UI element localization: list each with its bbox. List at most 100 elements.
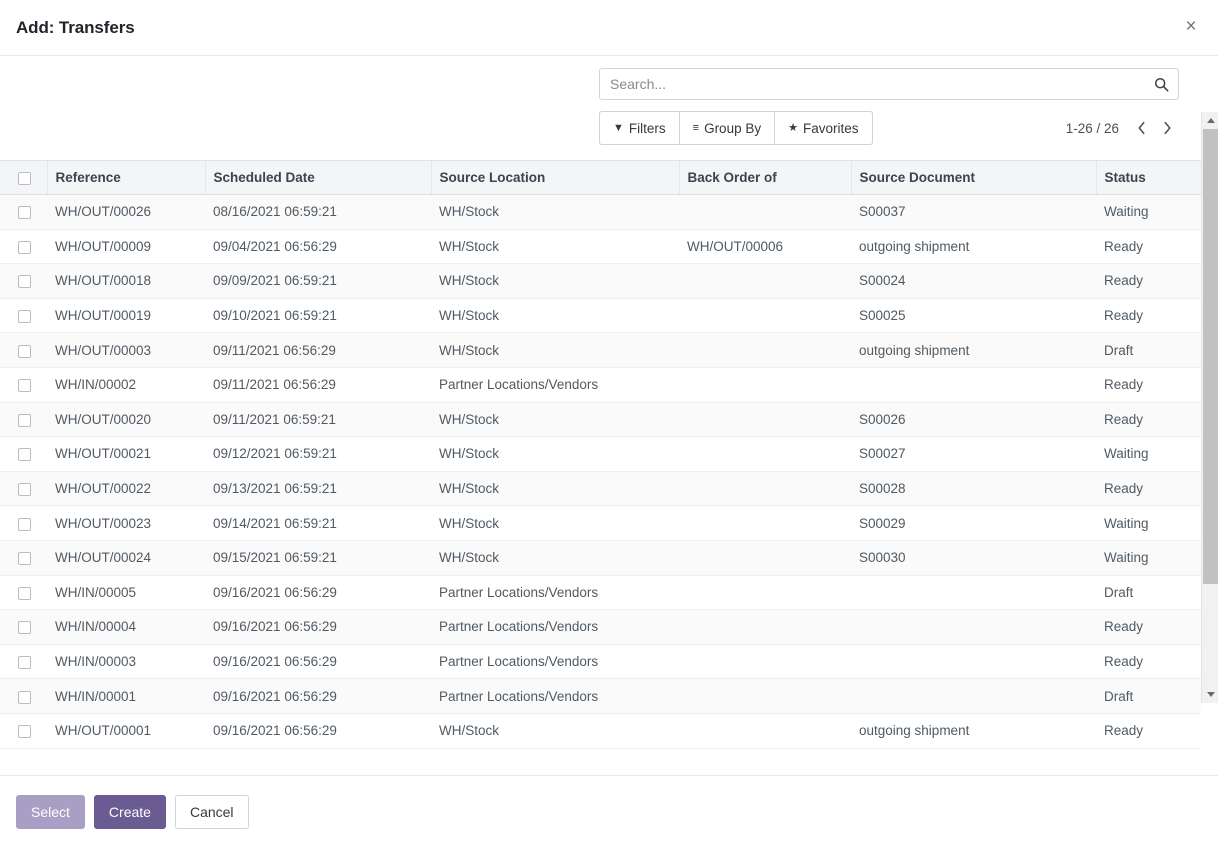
create-button[interactable]: Create xyxy=(94,795,166,829)
cell-back-order-of xyxy=(679,679,851,714)
cell-source-location: WH/Stock xyxy=(431,195,679,230)
cell-back-order-of xyxy=(679,298,851,333)
next-page-icon[interactable] xyxy=(1155,115,1179,141)
row-checkbox[interactable] xyxy=(18,691,31,704)
cell-back-order-of xyxy=(679,713,851,748)
row-select-cell xyxy=(0,229,47,264)
cell-reference: WH/IN/00003 xyxy=(47,644,205,679)
cell-status: Ready xyxy=(1096,471,1201,506)
row-select-cell xyxy=(0,713,47,748)
cell-back-order-of xyxy=(679,333,851,368)
row-checkbox[interactable] xyxy=(18,725,31,738)
table-row[interactable]: WH/OUT/0000309/11/2021 06:56:29WH/Stocko… xyxy=(0,333,1201,368)
row-checkbox[interactable] xyxy=(18,518,31,531)
cell-source-location: WH/Stock xyxy=(431,540,679,575)
search-input[interactable] xyxy=(610,76,1152,92)
column-header-source-document[interactable]: Source Document xyxy=(851,161,1096,195)
row-checkbox[interactable] xyxy=(18,310,31,323)
cell-reference: WH/OUT/00018 xyxy=(47,264,205,299)
cell-status: Ready xyxy=(1096,367,1201,402)
cell-scheduled-date: 09/11/2021 06:59:21 xyxy=(205,402,431,437)
table-row[interactable]: WH/IN/0000509/16/2021 06:56:29Partner Lo… xyxy=(0,575,1201,610)
transfers-table: Reference Scheduled Date Source Location… xyxy=(0,160,1201,749)
dialog-footer: Select Create Cancel xyxy=(0,775,1218,847)
cell-back-order-of xyxy=(679,367,851,402)
cell-status: Draft xyxy=(1096,575,1201,610)
table-row[interactable]: WH/OUT/0002309/14/2021 06:59:21WH/StockS… xyxy=(0,506,1201,541)
cell-scheduled-date: 09/09/2021 06:59:21 xyxy=(205,264,431,299)
cell-source-document xyxy=(851,679,1096,714)
cell-back-order-of xyxy=(679,402,851,437)
row-checkbox[interactable] xyxy=(18,587,31,600)
table-row[interactable]: WH/OUT/0002009/11/2021 06:59:21WH/StockS… xyxy=(0,402,1201,437)
cell-back-order-of: WH/OUT/00006 xyxy=(679,229,851,264)
table-row[interactable]: WH/OUT/0001809/09/2021 06:59:21WH/StockS… xyxy=(0,264,1201,299)
cell-scheduled-date: 09/14/2021 06:59:21 xyxy=(205,506,431,541)
transfers-table-container: Reference Scheduled Date Source Location… xyxy=(0,160,1201,775)
table-row[interactable]: WH/OUT/0000909/04/2021 06:56:29WH/StockW… xyxy=(0,229,1201,264)
column-header-back-order-of[interactable]: Back Order of xyxy=(679,161,851,195)
scrollbar-thumb[interactable] xyxy=(1203,129,1218,584)
cell-status: Ready xyxy=(1096,264,1201,299)
previous-page-icon[interactable] xyxy=(1129,115,1153,141)
cell-reference: WH/OUT/00009 xyxy=(47,229,205,264)
row-checkbox[interactable] xyxy=(18,345,31,358)
body-inner: ▼ Filters ≡ Group By ★ Favorites xyxy=(0,56,1201,775)
cell-status: Ready xyxy=(1096,229,1201,264)
table-header-row: Reference Scheduled Date Source Location… xyxy=(0,161,1201,195)
cell-reference: WH/IN/00005 xyxy=(47,575,205,610)
cell-reference: WH/IN/00002 xyxy=(47,367,205,402)
cell-source-location: Partner Locations/Vendors xyxy=(431,644,679,679)
search-bar[interactable] xyxy=(599,68,1179,100)
table-row[interactable]: WH/OUT/0000109/16/2021 06:56:29WH/Stocko… xyxy=(0,713,1201,748)
scroll-up-icon[interactable] xyxy=(1202,112,1218,129)
table-row[interactable]: WH/IN/0000409/16/2021 06:56:29Partner Lo… xyxy=(0,610,1201,645)
row-checkbox[interactable] xyxy=(18,656,31,669)
cell-source-document: S00026 xyxy=(851,402,1096,437)
table-row[interactable]: WH/OUT/0002409/15/2021 06:59:21WH/StockS… xyxy=(0,540,1201,575)
column-header-scheduled-date[interactable]: Scheduled Date xyxy=(205,161,431,195)
cell-source-document: S00029 xyxy=(851,506,1096,541)
table-row[interactable]: WH/IN/0000109/16/2021 06:56:29Partner Lo… xyxy=(0,679,1201,714)
cell-source-location: Partner Locations/Vendors xyxy=(431,575,679,610)
select-all-checkbox[interactable] xyxy=(18,172,31,185)
add-transfers-dialog: Add: Transfers × xyxy=(0,0,1218,847)
column-header-reference[interactable]: Reference xyxy=(47,161,205,195)
cell-reference: WH/OUT/00021 xyxy=(47,437,205,472)
row-checkbox[interactable] xyxy=(18,206,31,219)
cell-source-document xyxy=(851,575,1096,610)
table-row[interactable]: WH/OUT/0001909/10/2021 06:59:21WH/StockS… xyxy=(0,298,1201,333)
cell-back-order-of xyxy=(679,644,851,679)
cell-source-document: S00037 xyxy=(851,195,1096,230)
cancel-button[interactable]: Cancel xyxy=(175,795,249,829)
row-select-cell xyxy=(0,575,47,610)
row-checkbox[interactable] xyxy=(18,552,31,565)
cell-source-document xyxy=(851,367,1096,402)
search-icon[interactable] xyxy=(1152,75,1170,93)
row-checkbox[interactable] xyxy=(18,241,31,254)
row-checkbox[interactable] xyxy=(18,379,31,392)
row-checkbox[interactable] xyxy=(18,621,31,634)
row-checkbox[interactable] xyxy=(18,448,31,461)
row-checkbox[interactable] xyxy=(18,414,31,427)
table-row[interactable]: WH/OUT/0002209/13/2021 06:59:21WH/StockS… xyxy=(0,471,1201,506)
table-row[interactable]: WH/OUT/0002109/12/2021 06:59:21WH/StockS… xyxy=(0,437,1201,472)
column-header-source-location[interactable]: Source Location xyxy=(431,161,679,195)
group-by-button[interactable]: ≡ Group By xyxy=(679,111,774,145)
table-row[interactable]: WH/OUT/0002608/16/2021 06:59:21WH/StockS… xyxy=(0,195,1201,230)
column-header-status[interactable]: Status xyxy=(1096,161,1201,195)
select-button[interactable]: Select xyxy=(16,795,85,829)
close-icon[interactable]: × xyxy=(1178,14,1204,40)
table-row[interactable]: WH/IN/0000209/11/2021 06:56:29Partner Lo… xyxy=(0,367,1201,402)
cell-scheduled-date: 09/12/2021 06:59:21 xyxy=(205,437,431,472)
scroll-down-icon[interactable] xyxy=(1202,686,1218,703)
row-checkbox[interactable] xyxy=(18,483,31,496)
vertical-scrollbar[interactable] xyxy=(1201,112,1218,703)
cell-scheduled-date: 08/16/2021 06:59:21 xyxy=(205,195,431,230)
favorites-button[interactable]: ★ Favorites xyxy=(774,111,872,145)
row-checkbox[interactable] xyxy=(18,275,31,288)
filters-button[interactable]: ▼ Filters xyxy=(599,111,679,145)
cell-scheduled-date: 09/16/2021 06:56:29 xyxy=(205,713,431,748)
table-row[interactable]: WH/IN/0000309/16/2021 06:56:29Partner Lo… xyxy=(0,644,1201,679)
cell-source-document: S00027 xyxy=(851,437,1096,472)
